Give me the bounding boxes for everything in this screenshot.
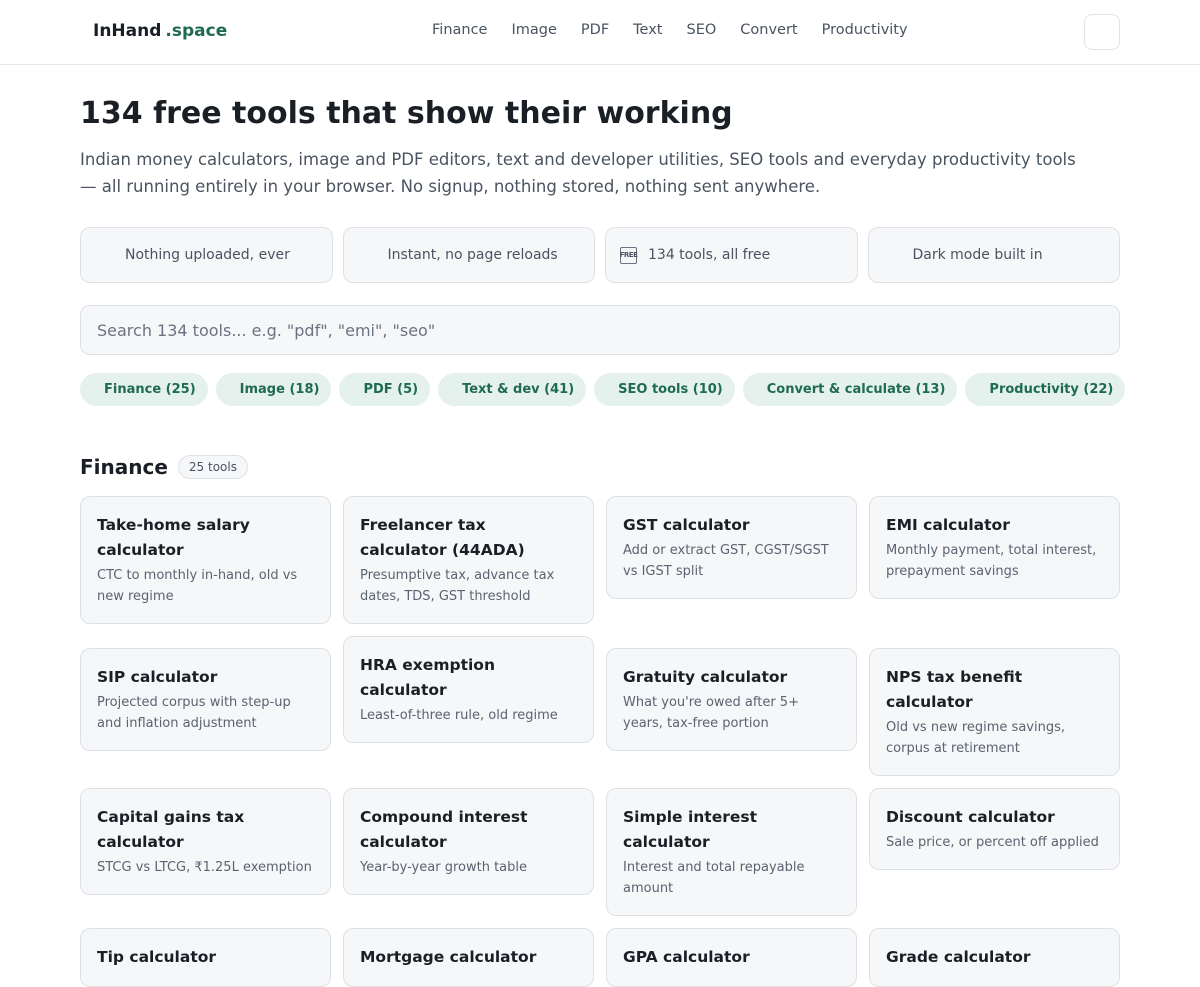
tool-card-description: Interest and total repayable amount <box>623 860 805 896</box>
tool-card-title: Gratuity calculator <box>623 668 788 686</box>
nav-link-convert[interactable]: Convert <box>740 22 797 38</box>
nav-link-productivity[interactable]: Productivity <box>822 22 908 38</box>
page-title: 134 free tools that show their working <box>80 96 733 131</box>
feature-label: Dark mode built in <box>912 247 1043 263</box>
tool-card-gst[interactable]: GST calculator Add or extract GST, CGST/… <box>606 496 857 599</box>
tool-card-gratuity[interactable]: Gratuity calculator What you're owed aft… <box>606 648 857 751</box>
chip-convert-calculate[interactable]: Convert & calculate (13) <box>742 373 958 406</box>
tool-card-freelancer-tax[interactable]: Freelancer tax calculator (44ADA) Presum… <box>343 496 594 624</box>
tool-card-take-home-salary[interactable]: Take-home salary calculator CTC to month… <box>80 496 331 624</box>
tool-card-title: GST calculator <box>623 516 750 534</box>
tool-grid: Take-home salary calculator CTC to month… <box>80 496 1120 987</box>
tool-card-nps[interactable]: NPS tax benefit calculator Old vs new re… <box>869 648 1120 776</box>
tool-card-capital-gains[interactable]: Capital gains tax calculator STCG vs LTC… <box>80 788 331 895</box>
tool-card-description: Sale price, or percent off applied <box>886 835 1099 850</box>
nav-link-image[interactable]: Image <box>511 22 556 38</box>
tool-card-title: Simple interest calculator <box>623 808 758 851</box>
tool-card-simple-interest[interactable]: Simple interest calculator Interest and … <box>606 788 857 916</box>
main-nav: Finance Image PDF Text SEO Convert Produ… <box>432 22 932 38</box>
tool-card-compound-interest[interactable]: Compound interest calculator Year-by-yea… <box>343 788 594 895</box>
tool-card-grade[interactable]: Grade calculator <box>869 928 1120 987</box>
tool-card-title: Take-home salary calculator <box>97 516 250 559</box>
chip-pdf[interactable]: PDF (5) <box>339 373 431 406</box>
nav-link-pdf[interactable]: PDF <box>581 22 609 38</box>
tool-card-title: Discount calculator <box>886 808 1055 826</box>
tool-card-description: CTC to monthly in-hand, old vs new regim… <box>97 568 298 604</box>
nav-link-seo[interactable]: SEO <box>686 22 716 38</box>
tool-card-title: SIP calculator <box>97 668 218 686</box>
tool-card-description: Least-of-three rule, old regime <box>360 708 558 723</box>
lock-icon <box>97 247 114 264</box>
tool-card-title: Mortgage calculator <box>360 948 537 966</box>
tool-card-title: Tip calculator <box>97 948 217 966</box>
tool-card-tip[interactable]: Tip calculator <box>80 928 331 987</box>
nav-link-text[interactable]: Text <box>633 22 662 38</box>
tool-card-gpa[interactable]: GPA calculator <box>606 928 857 987</box>
feature-card: FREE 134 tools, all free <box>605 227 858 283</box>
feature-card: Nothing uploaded, ever <box>80 227 333 283</box>
tool-card-discount[interactable]: Discount calculator Sale price, or perce… <box>869 788 1120 870</box>
tool-card-emi[interactable]: EMI calculator Monthly payment, total in… <box>869 496 1120 599</box>
page-description: Indian money calculators, image and PDF … <box>80 150 1076 196</box>
brand-domain: .space <box>165 21 228 41</box>
section-header-finance: Finance 25 tools <box>80 455 248 479</box>
feature-label: 134 tools, all free <box>648 247 771 263</box>
tool-card-description: Year-by-year growth table <box>360 860 527 875</box>
feature-card: Dark mode built in <box>867 227 1120 283</box>
chip-productivity[interactable]: Productivity (22) <box>965 373 1126 406</box>
tool-card-title: Grade calculator <box>886 948 1031 966</box>
chip-finance[interactable]: Finance (25) <box>80 373 208 406</box>
tool-card-mortgage[interactable]: Mortgage calculator <box>343 928 594 987</box>
tool-card-description: Old vs new regime savings, corpus at ret… <box>886 720 1065 756</box>
brand-name: InHand <box>93 21 162 41</box>
tool-card-description: What you're owed after 5+ years, tax-fre… <box>623 695 799 731</box>
tool-card-title: Compound interest calculator <box>360 808 528 851</box>
tool-count-badge: 25 tools <box>177 455 248 479</box>
tool-card-title: HRA exemption calculator <box>360 656 495 699</box>
moon-icon <box>885 247 902 264</box>
brand-logo[interactable]: InHand .space <box>93 21 227 41</box>
tool-card-title: NPS tax benefit calculator <box>886 668 1023 711</box>
chip-image[interactable]: Image (18) <box>215 373 332 406</box>
tool-card-description: Presumptive tax, advance tax dates, TDS,… <box>360 568 555 604</box>
free-badge-icon: FREE <box>620 246 638 264</box>
tool-card-description: Projected corpus with step-up and inflat… <box>97 695 291 731</box>
tool-card-title: Freelancer tax calculator (44ADA) <box>360 516 525 559</box>
tool-card-title: EMI calculator <box>886 516 1010 534</box>
tool-card-title: Capital gains tax calculator <box>97 808 245 851</box>
feature-label: Instant, no page reloads <box>387 247 558 263</box>
tool-card-hra[interactable]: HRA exemption calculator Least-of-three … <box>343 636 594 743</box>
section-title: Finance <box>80 455 168 479</box>
chip-text-dev[interactable]: Text & dev (41) <box>438 373 587 406</box>
nav-link-finance[interactable]: Finance <box>432 22 487 38</box>
feature-highlights: Nothing uploaded, ever Instant, no page … <box>80 227 1120 283</box>
top-navigation-bar: InHand .space Finance Image PDF Text SEO … <box>0 0 1200 65</box>
lightning-icon <box>360 247 377 264</box>
feature-card: Instant, no page reloads <box>342 227 595 283</box>
category-filter-chips: Finance (25) Image (18) PDF (5) Text & d… <box>80 373 1126 406</box>
tool-card-description: STCG vs LTCG, ₹1.25L exemption <box>97 860 312 875</box>
tool-card-description: Add or extract GST, CGST/SGST vs IGST sp… <box>623 543 829 579</box>
theme-toggle-button[interactable] <box>1084 14 1120 50</box>
feature-label: Nothing uploaded, ever <box>125 247 290 263</box>
tool-card-description: Monthly payment, total interest, prepaym… <box>886 543 1097 579</box>
tool-card-sip[interactable]: SIP calculator Projected corpus with ste… <box>80 648 331 751</box>
tool-card-title: GPA calculator <box>623 948 750 966</box>
tool-search-input[interactable] <box>80 305 1120 355</box>
chip-seo-tools[interactable]: SEO tools (10) <box>594 373 735 406</box>
